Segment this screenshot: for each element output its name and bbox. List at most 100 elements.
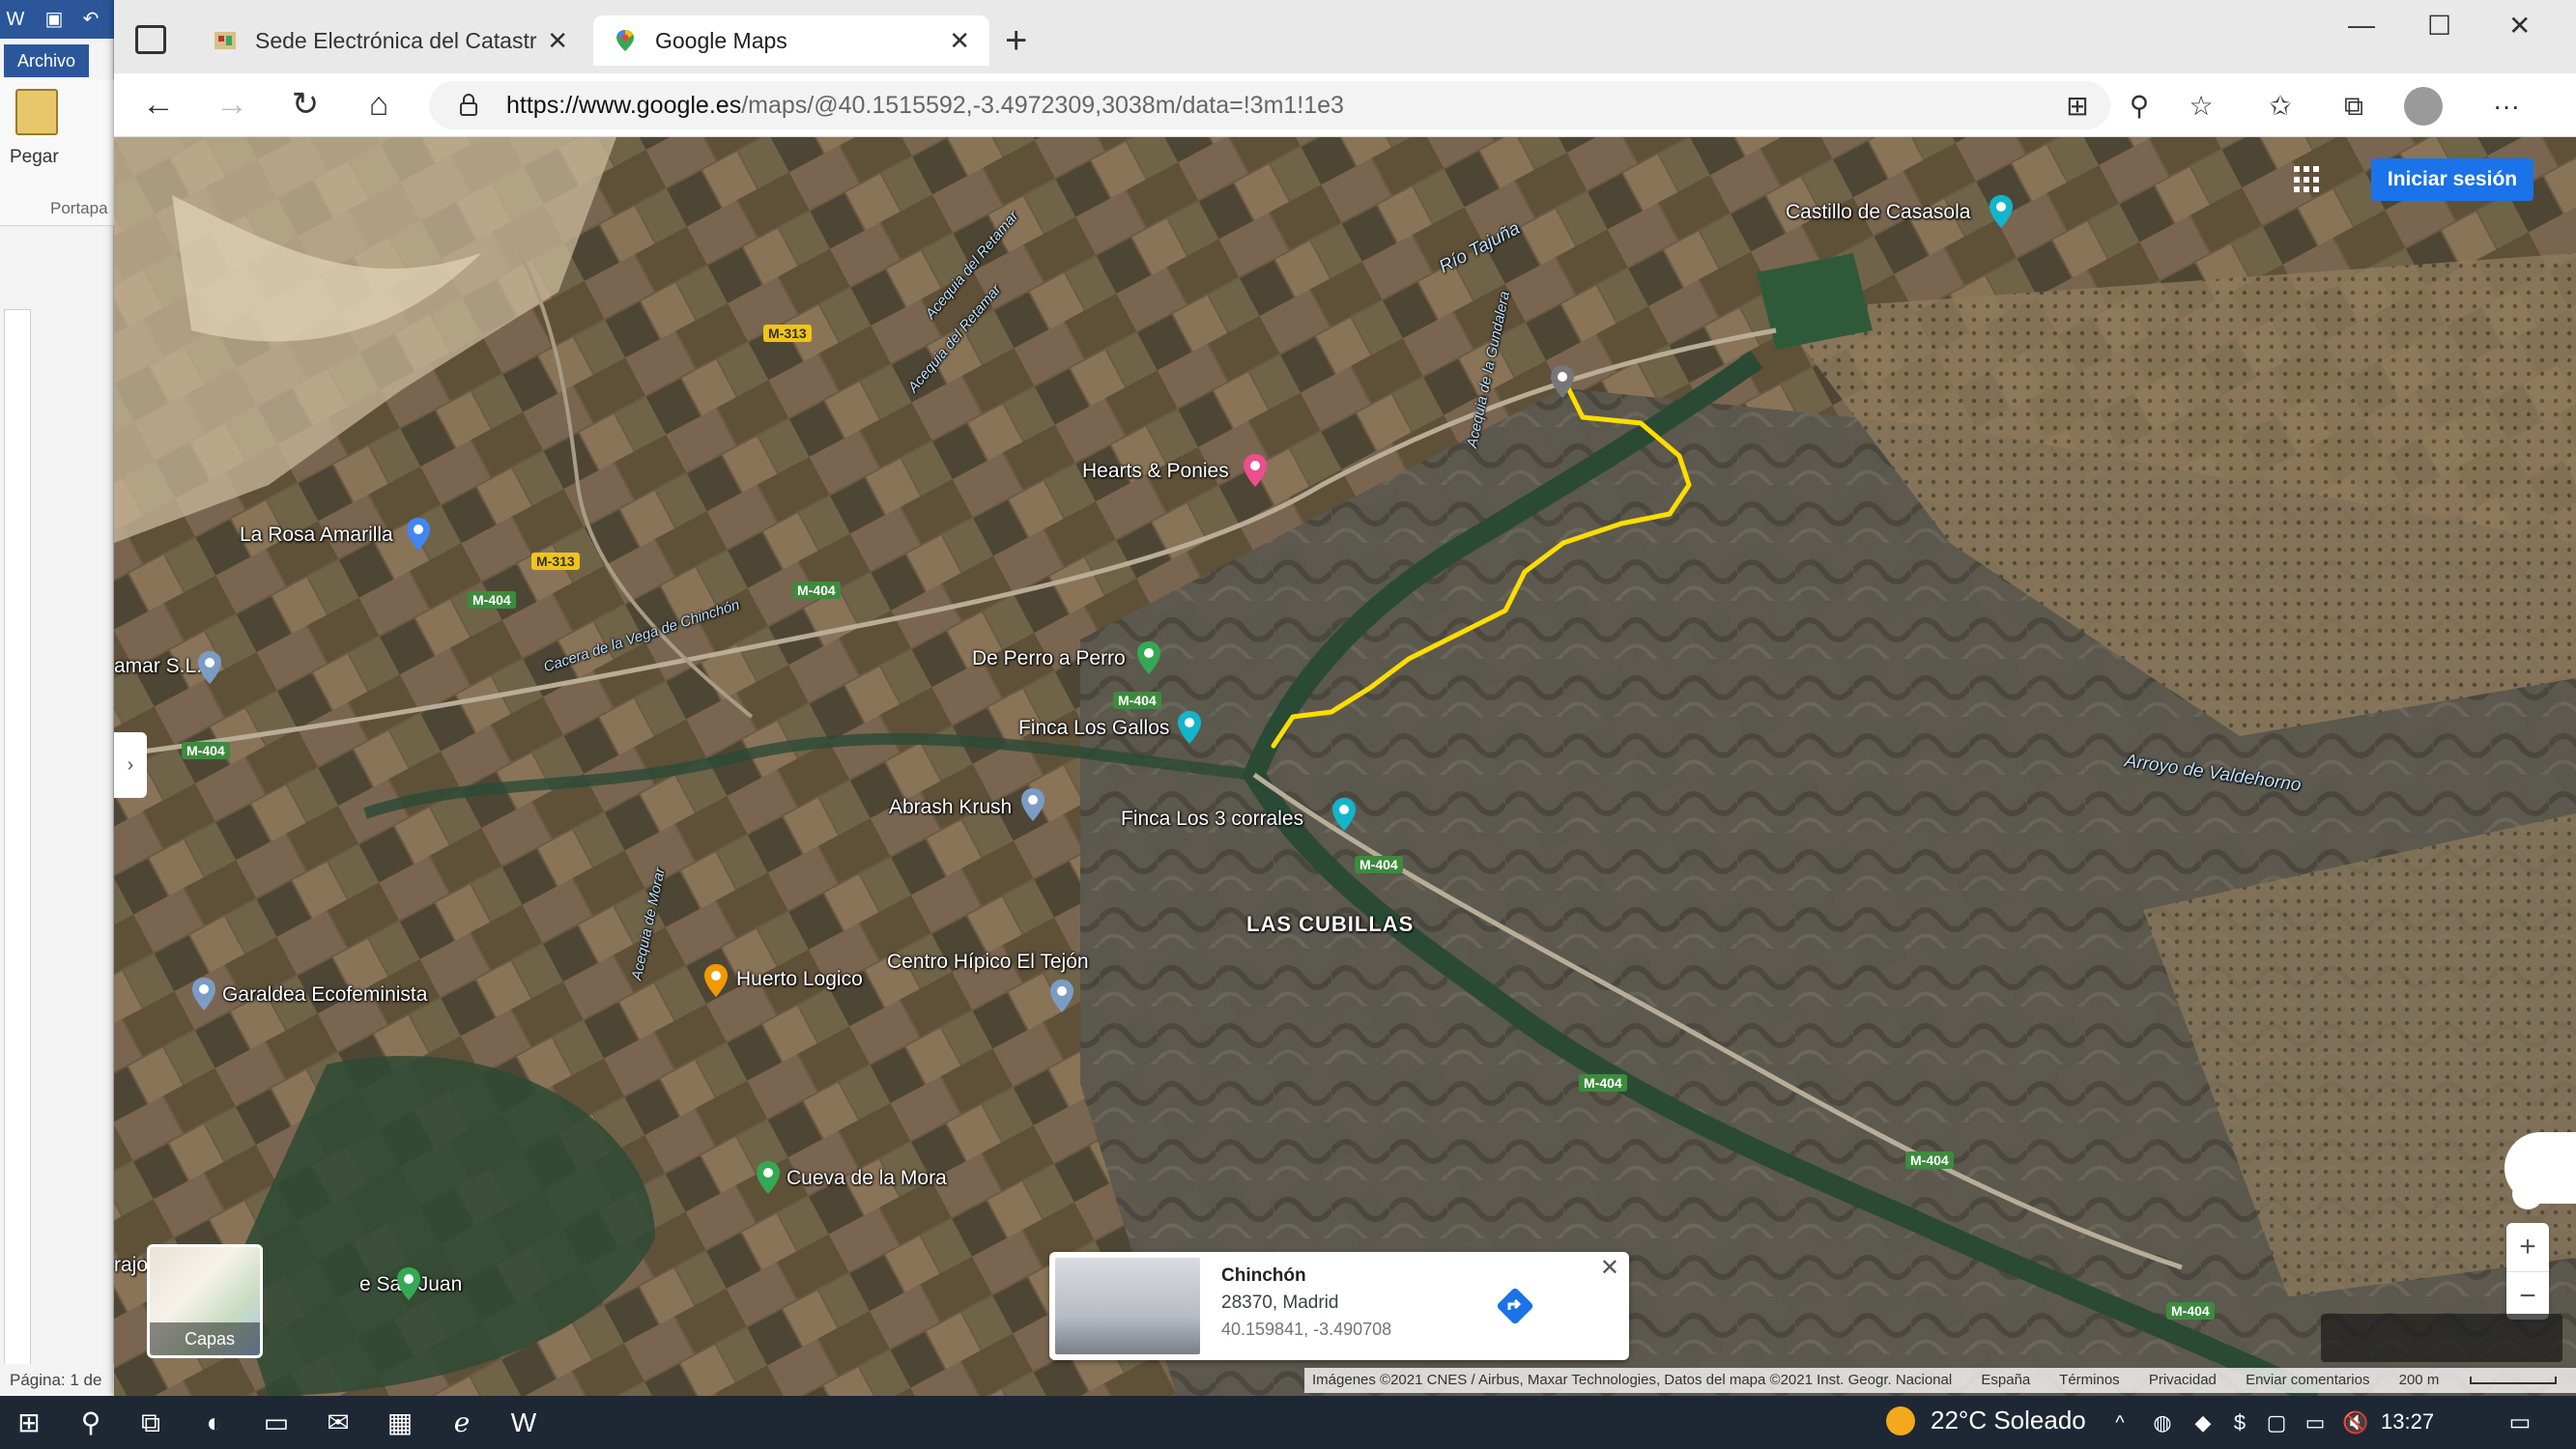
volume-icon[interactable]: 🔇 [2338,1406,2373,1440]
dropped-pin-icon[interactable] [1550,365,1575,398]
calculator-icon[interactable]: ▦ [383,1406,417,1440]
tab-catastro[interactable]: Sede Electrónica del Catastro - F ✕ [193,15,587,66]
place-label[interactable]: Finca Los Gallos [1018,717,1169,740]
road-sign: M-404 [1579,1074,1627,1092]
place-label[interactable]: Finca Los 3 corrales [1121,808,1303,831]
network-icon[interactable]: ◍ [2145,1406,2180,1440]
hike-pin-icon[interactable] [756,1161,781,1194]
location-info-card[interactable]: Chinchón 28370, Madrid 40.159841, -3.490… [1049,1252,1629,1360]
tab-google-maps[interactable]: Google Maps ✕ [593,15,989,66]
place-pin-icon[interactable] [191,978,216,1010]
location-title: Chinchón [1221,1265,1306,1286]
file-explorer-icon[interactable]: ▭ [259,1406,294,1440]
food-pin-icon[interactable] [703,964,729,997]
more-menu-icon[interactable]: ··· [2491,91,2522,122]
battery-icon[interactable]: ▭ [2298,1406,2333,1440]
place-label[interactable]: Abrash Krush [889,796,1012,819]
place-label[interactable]: Garaldea Ecofeminista [222,983,427,1007]
place-label[interactable]: Hearts & Ponies [1082,460,1229,483]
word-file-tab[interactable]: Archivo [4,44,89,77]
paste-icon[interactable] [15,89,58,135]
layers-button[interactable]: Capas [147,1244,263,1358]
display-icon[interactable]: ▢ [2259,1406,2294,1440]
favorites-icon[interactable]: ✩ [2265,91,2296,122]
place-pin-icon[interactable] [1020,788,1045,821]
place-pin-icon[interactable] [197,651,222,684]
park-pin-icon[interactable] [1136,641,1161,674]
zoom-in-button[interactable]: + [2506,1223,2549,1271]
minimize-icon[interactable]: — [2348,10,2375,41]
zoom-out-icon[interactable]: ⚲ [2124,91,2155,122]
terms-link[interactable]: Términos [2059,1372,2120,1388]
shop-pin-icon[interactable] [406,518,431,551]
directions-icon[interactable] [1494,1285,1536,1327]
expand-side-panel-icon[interactable]: › [114,732,147,798]
maximize-icon[interactable]: ☐ [2427,10,2451,42]
back-icon[interactable]: ← [139,85,178,124]
compass-icon[interactable] [2512,1179,2543,1209]
google-apps-icon[interactable] [2294,166,2321,193]
scale-label[interactable]: 200 m [2399,1372,2440,1388]
tab-actions-icon[interactable] [135,25,166,54]
clock[interactable]: 13:27 [2381,1409,2434,1435]
location-thumbnail[interactable] [1055,1258,1200,1354]
close-tab-icon[interactable]: ✕ [949,26,970,56]
close-tab-icon[interactable]: ✕ [547,26,568,56]
save-icon[interactable]: ▣ [43,8,66,31]
lock-icon [460,94,477,116]
close-card-icon[interactable]: ✕ [1600,1254,1619,1282]
place-label[interactable]: Huerto Logico [736,968,863,991]
place-label[interactable]: Castillo de Casasola [1786,201,1970,224]
undo-icon[interactable]: ↶ [79,8,102,31]
layers-label: Capas [150,1322,260,1355]
taskbar: ⊞ ⚲ ⧉ ◐ ▭ ✉ ▦ ℯ W 22°C Soleado ^ ◍ ◆ $ ▢… [0,1396,2576,1449]
start-windows-icon[interactable]: ⊞ [12,1406,46,1440]
weather-widget[interactable]: 22°C Soleado [1886,1406,2086,1435]
address-bar[interactable]: https://www.google.es/maps/@40.1515592,-… [429,81,2110,129]
profile-avatar[interactable] [2404,87,2443,126]
reader-view-icon[interactable]: ⊞ [2062,91,2093,122]
place-label[interactable]: Centro Hípico El Tejón [887,951,1089,974]
close-window-icon[interactable]: ✕ [2508,10,2531,42]
satellite-map[interactable]: Castillo de Casasola Hearts & Ponies La … [114,137,2576,1396]
tab-label: Google Maps [655,27,787,53]
road-sign: M-404 [182,742,230,759]
word-icon[interactable]: W [506,1406,541,1440]
feedback-link[interactable]: Enviar comentarios [2246,1372,2369,1388]
street-view-pegman-icon[interactable] [2321,1314,2562,1362]
outlook-icon[interactable]: ✉ [321,1406,356,1440]
dropbox-icon[interactable]: ◆ [2186,1406,2220,1440]
map-attribution: Imágenes ©2021 CNES / Airbus, Maxar Tech… [1304,1368,2576,1393]
task-view-icon[interactable]: ⧉ [133,1406,168,1440]
zoom-out-button[interactable]: − [2506,1271,2549,1320]
edge-browser-icon[interactable]: ◐ [197,1406,232,1440]
farm-pin-icon[interactable] [1331,798,1357,831]
place-label[interactable]: Cueva de la Mora [787,1167,947,1190]
town-label: LAS CUBILLAS [1246,912,1415,936]
road-sign: M-404 [792,582,841,599]
forward-icon[interactable]: → [213,85,251,124]
country-link[interactable]: España [1981,1372,2030,1388]
internet-explorer-icon[interactable]: ℯ [444,1406,479,1440]
privacy-link[interactable]: Privacidad [2149,1372,2217,1388]
heart-pin-icon[interactable] [1243,454,1268,487]
home-icon[interactable]: ⌂ [359,85,398,124]
place-label[interactable]: amar S.L. [114,655,202,678]
place-label[interactable]: rajo [114,1254,148,1277]
collections-icon[interactable]: ⧉ [2338,91,2369,122]
sign-in-button[interactable]: Iniciar sesión [2371,158,2533,201]
place-label[interactable]: La Rosa Amarilla [240,524,393,547]
reload-icon[interactable]: ↻ [286,85,325,124]
place-label[interactable]: De Perro a Perro [972,647,1126,670]
castle-pin-icon[interactable] [1989,195,2014,228]
show-hidden-icons-icon[interactable]: ^ [2103,1406,2137,1440]
new-tab-icon[interactable]: + [1005,19,1027,63]
park-pin-icon[interactable] [396,1267,421,1300]
notifications-icon[interactable]: ▭ [2503,1406,2537,1440]
farm-pin-icon[interactable] [1177,711,1202,744]
search-icon[interactable]: ⚲ [73,1406,108,1440]
paste-label[interactable]: Pegar [10,147,59,168]
add-favorite-icon[interactable]: ☆ [2186,91,2217,122]
currency-icon[interactable]: $ [2222,1406,2257,1440]
place-pin-icon[interactable] [1049,980,1074,1012]
